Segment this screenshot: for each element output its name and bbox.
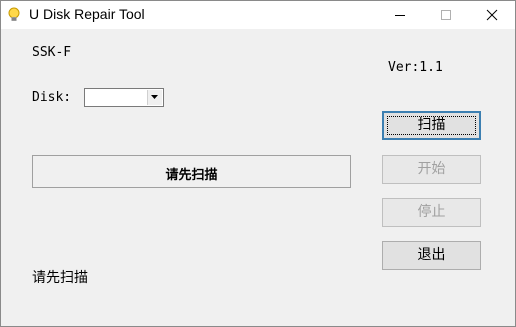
dropdown-button[interactable] <box>147 90 162 105</box>
disk-select[interactable] <box>84 88 164 107</box>
device-name-label: SSK-F <box>32 45 72 60</box>
exit-button[interactable]: 退出 <box>382 241 481 270</box>
minimize-button[interactable] <box>377 1 423 29</box>
close-button[interactable] <box>469 1 515 29</box>
maximize-button[interactable] <box>423 1 469 29</box>
app-window: U Disk Repair Tool SSK-F Ver:1.1 Disk: 请… <box>0 0 516 327</box>
title-bar: U Disk Repair Tool <box>1 1 515 29</box>
lightbulb-icon <box>7 7 21 23</box>
version-label: Ver:1.1 <box>388 60 443 75</box>
scan-button-label: 扫描 <box>417 117 446 133</box>
window-title: U Disk Repair Tool <box>29 6 145 22</box>
maximize-icon <box>441 10 451 20</box>
status-panel-text: 请先扫描 <box>165 168 218 183</box>
chevron-down-icon <box>151 95 158 99</box>
minimize-icon <box>395 15 405 16</box>
scan-button[interactable]: 扫描 <box>382 111 481 140</box>
status-text: 请先扫描 <box>32 270 88 286</box>
status-panel: 请先扫描 <box>32 155 351 188</box>
close-icon <box>486 9 498 21</box>
start-button[interactable]: 开始 <box>382 155 481 184</box>
stop-button[interactable]: 停止 <box>382 198 481 227</box>
exit-button-label: 退出 <box>417 247 446 263</box>
disk-label: Disk: <box>32 90 72 105</box>
start-button-label: 开始 <box>417 161 446 177</box>
stop-button-label: 停止 <box>417 204 446 220</box>
